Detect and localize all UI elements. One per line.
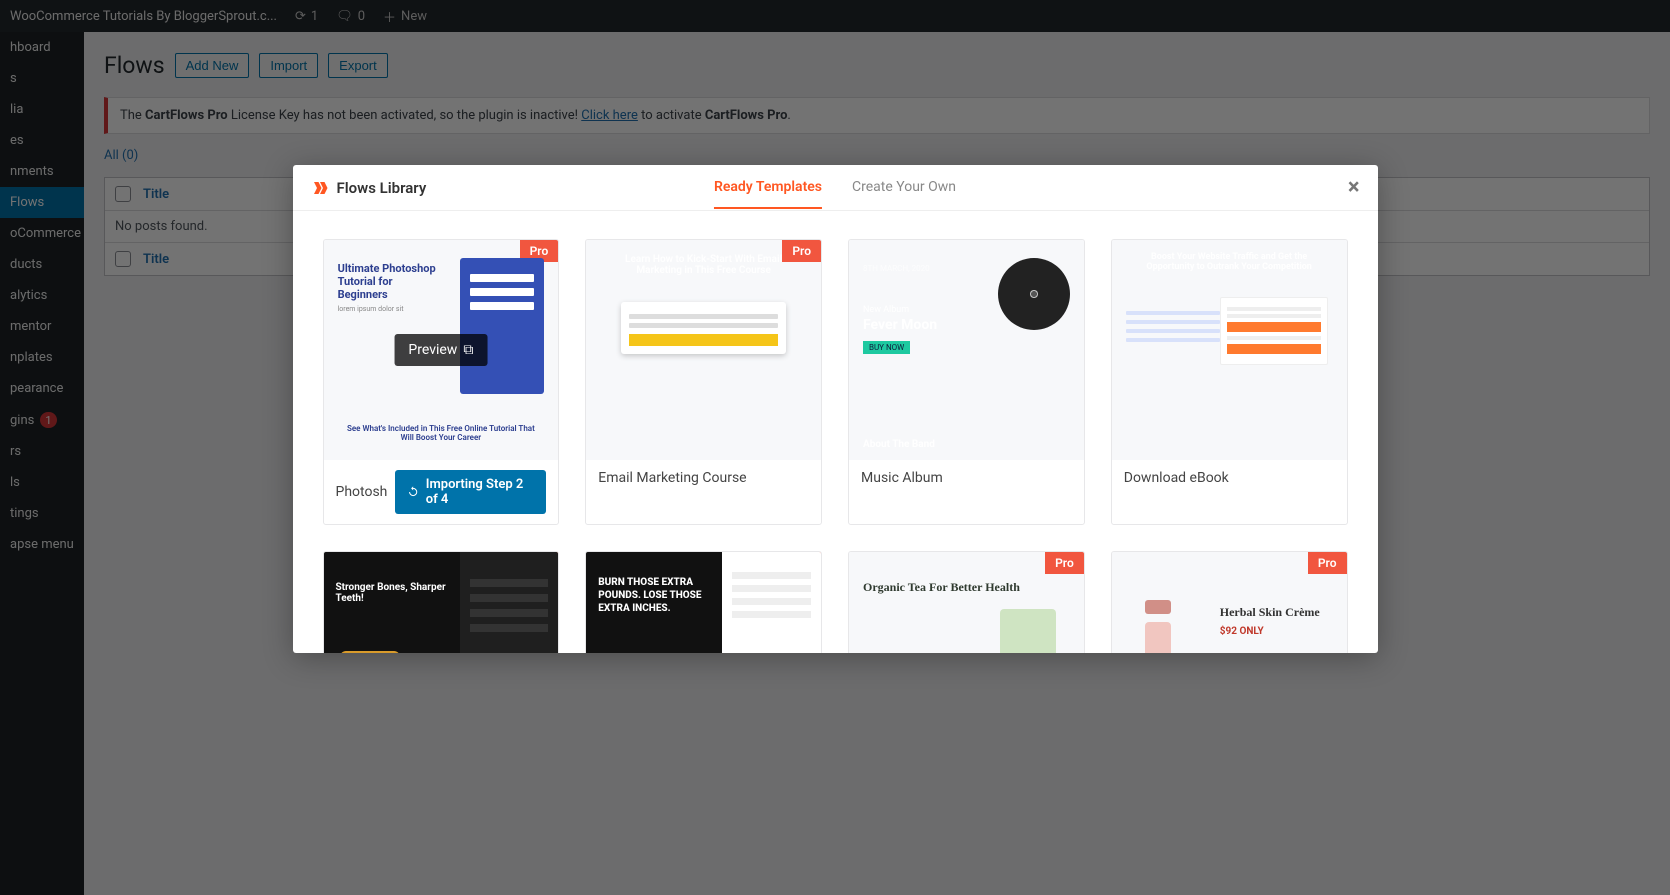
template-title: Music Album (861, 470, 943, 486)
pro-badge: Pro (1045, 552, 1084, 574)
preview-label: Preview (408, 342, 457, 358)
template-thumb: Pro Stronger Bones, Sharper Teeth! (324, 552, 559, 653)
importing-status: Importing Step 2 of 4 (395, 470, 546, 514)
template-thumb: Boost Your Website Traffic and Get the O… (1112, 240, 1347, 460)
external-link-icon: ⧉ (463, 342, 473, 358)
template-title: Download eBook (1124, 470, 1229, 486)
template-title: Photosh (336, 484, 388, 500)
template-card-pet[interactable]: Pro Stronger Bones, Sharper Teeth! (323, 551, 560, 653)
template-card-photoshop[interactable]: Pro Ultimate Photoshop Tutorial for Begi… (323, 239, 560, 525)
template-card-ebook[interactable]: Boost Your Website Traffic and Get the O… (1111, 239, 1348, 525)
pro-badge: Pro (782, 240, 821, 262)
template-thumb: Pro Herbal Skin Crème$92 ONLY (1112, 552, 1347, 653)
tab-create-your-own[interactable]: Create Your Own (852, 167, 956, 209)
template-thumb: Pro BURN THOSE EXTRA POUNDS. LOSE THOSE … (586, 552, 821, 653)
importing-label: Importing Step 2 of 4 (426, 477, 535, 507)
cartflows-icon (311, 179, 329, 197)
tab-ready-templates[interactable]: Ready Templates (714, 167, 822, 209)
preview-button[interactable]: Preview ⧉ (394, 334, 487, 366)
spinner-icon (407, 485, 419, 499)
modal-title: Flows Library (311, 179, 427, 197)
template-card-music[interactable]: 8TH MARCH, 2020 New Album Fever Moon BUY… (848, 239, 1085, 525)
template-card-email[interactable]: Pro Learn How to Kick-Start With Email M… (585, 239, 822, 525)
template-thumb: Pro Ultimate Photoshop Tutorial for Begi… (324, 240, 559, 460)
close-button[interactable]: × (1348, 175, 1360, 200)
modal-title-text: Flows Library (337, 179, 427, 197)
pro-badge: Pro (1308, 552, 1347, 574)
template-title: Email Marketing Course (598, 470, 746, 486)
modal-body: Pro Ultimate Photoshop Tutorial for Begi… (293, 211, 1378, 653)
template-thumb: 8TH MARCH, 2020 New Album Fever Moon BUY… (849, 240, 1084, 460)
template-card-fitness[interactable]: Pro BURN THOSE EXTRA POUNDS. LOSE THOSE … (585, 551, 822, 653)
template-thumb: Pro Learn How to Kick-Start With Email M… (586, 240, 821, 460)
template-card-tea[interactable]: Pro Organic Tea For Better Health (848, 551, 1085, 653)
template-thumb: Pro Organic Tea For Better Health (849, 552, 1084, 653)
template-card-cream[interactable]: Pro Herbal Skin Crème$92 ONLY (1111, 551, 1348, 653)
modal-overlay: Flows Library Ready Templates Create You… (0, 0, 1670, 895)
flows-library-modal: Flows Library Ready Templates Create You… (293, 165, 1378, 653)
